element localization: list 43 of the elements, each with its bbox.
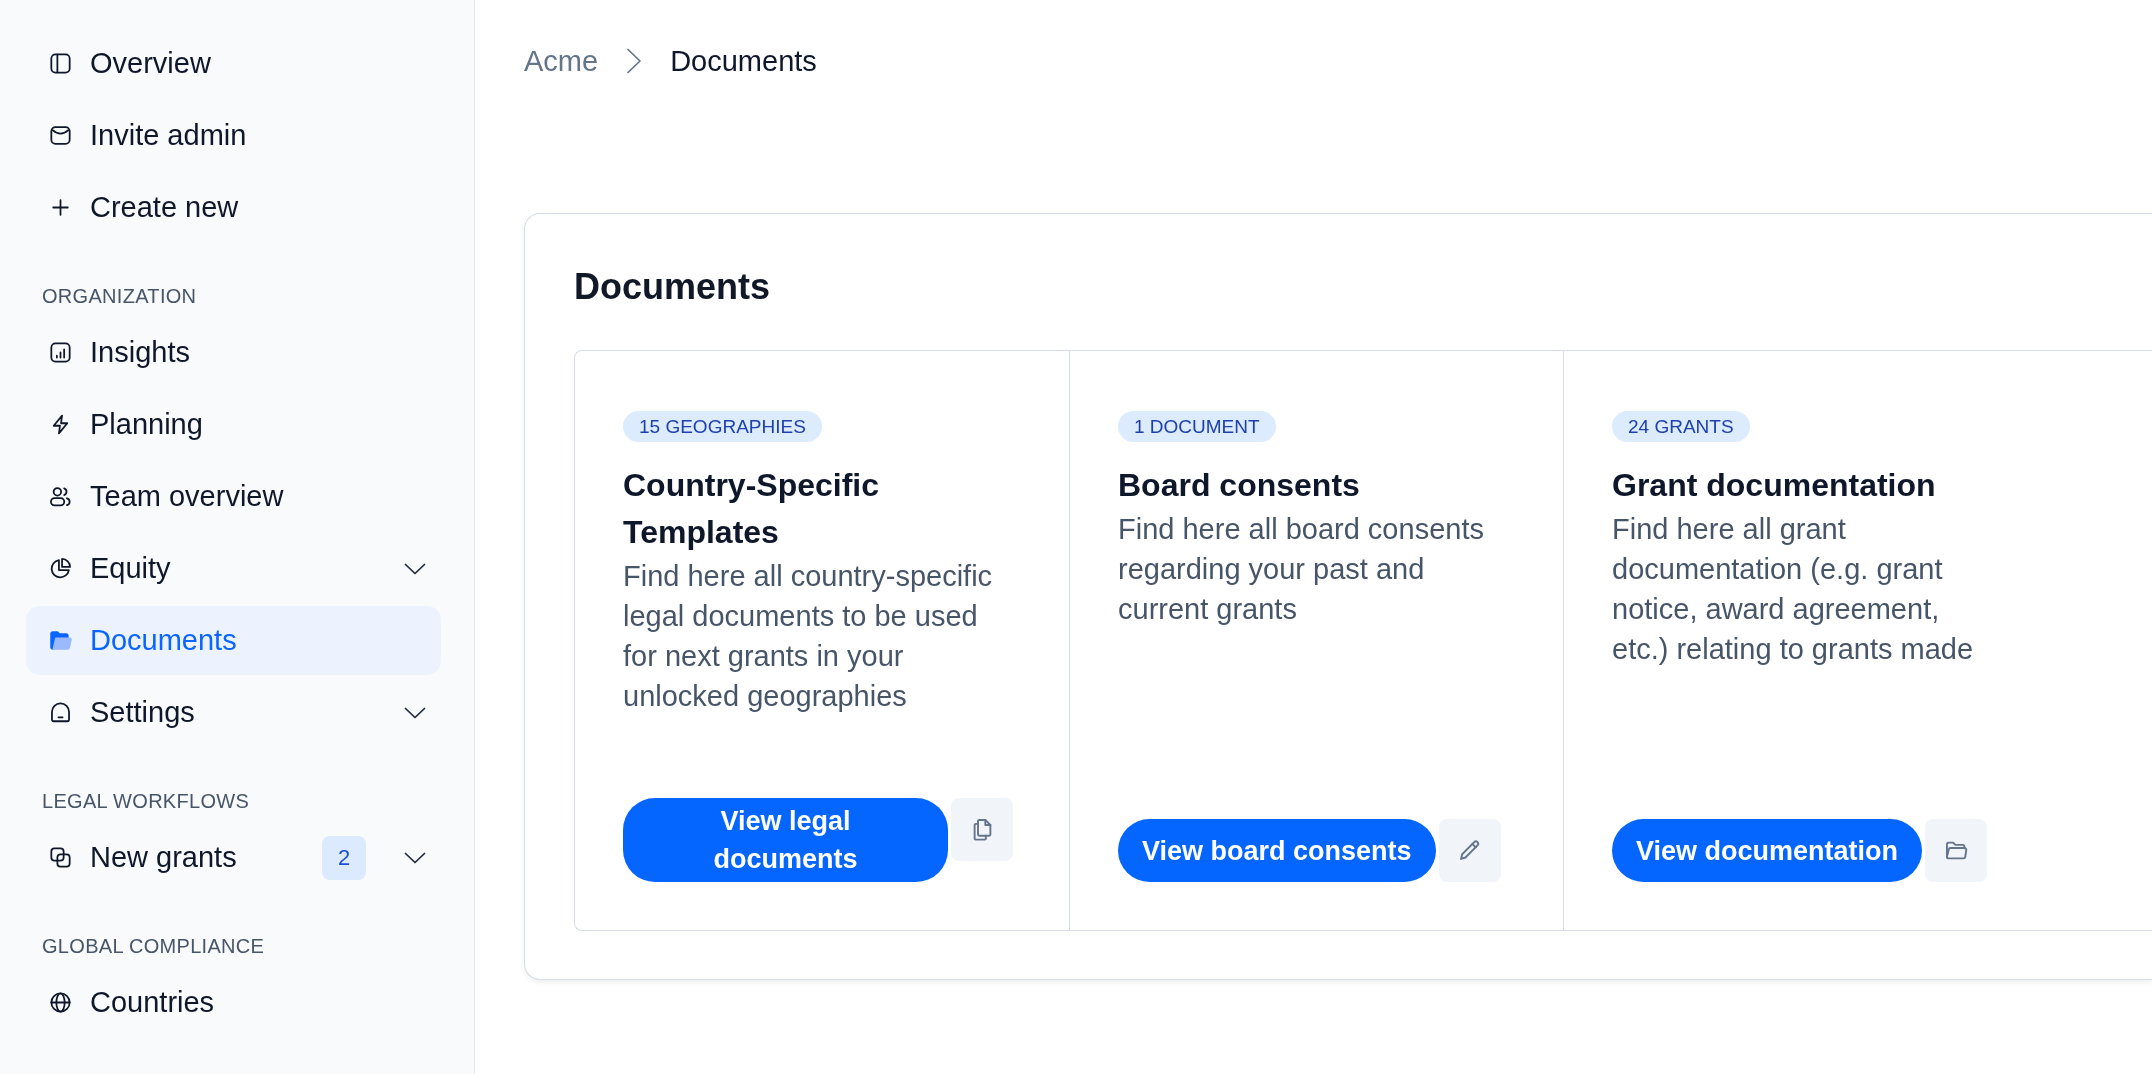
view-button[interactable]: View board consents [1118,819,1436,882]
nav-item[interactable]: Countries [26,968,441,1037]
count-badge: 15 GEOGRAPHIES [623,411,822,442]
nav-item[interactable]: Insights [26,318,441,387]
folder-icon [48,628,73,653]
count-badge: 1 DOCUMENT [1118,411,1276,442]
users-icon [48,484,73,509]
nav-item[interactable]: Planning [26,390,441,459]
view-button[interactable]: View documentation [1612,819,1923,882]
section-heading: GLOBAL COMPLIANCE [41,934,266,958]
category-description: Find here all board consents regarding your past and current grants [1118,512,1485,627]
nav-item[interactable]: New grants 2 [26,823,441,892]
overlapping-squares-icon [48,845,73,870]
category-description: Find here all country-specific legal documents to be used for next grants in your unlocked geographies [623,559,994,714]
globe-icon [48,990,73,1015]
folder-button[interactable] [1925,819,1988,882]
category-title: Board consents [1118,466,1360,505]
section-heading: LEGAL WORKFLOWS [41,789,251,813]
nav-item[interactable]: Documents [26,606,441,675]
bar-chart-icon [48,340,73,365]
nav-item[interactable]: Invite admin [26,101,441,170]
section-heading: ORGANIZATION [41,284,198,308]
nav-item[interactable]: Create new [26,173,441,242]
pie-chart-icon [48,556,73,581]
arch-icon [48,700,73,725]
nav-item[interactable]: Team overview [26,462,441,531]
pencil-button[interactable] [1438,819,1501,882]
chevron-right-icon [625,47,644,75]
copy-button[interactable] [951,798,1013,861]
category-description: Find here all grant documentation (e.g. grant notice, award agreement, etc.) relating to grants made [1612,512,1975,667]
mail-icon [48,123,73,148]
nav-item[interactable]: Overview [26,29,441,98]
category-title: Grant documentation [1612,466,1936,505]
count-badge: 2 [322,835,366,880]
nav-item[interactable]: Equity [26,534,441,603]
category-title: Country-Specific Templates [623,466,881,552]
breadcrumb-current: Documents [670,44,817,79]
panel-icon [48,51,73,76]
view-button[interactable]: View legal documents [623,798,948,882]
card-title: Documents [574,266,772,308]
breadcrumb-link[interactable]: Acme [524,43,599,79]
count-badge: 24 GRANTS [1612,411,1750,442]
nav-item[interactable]: Settings [26,678,441,747]
